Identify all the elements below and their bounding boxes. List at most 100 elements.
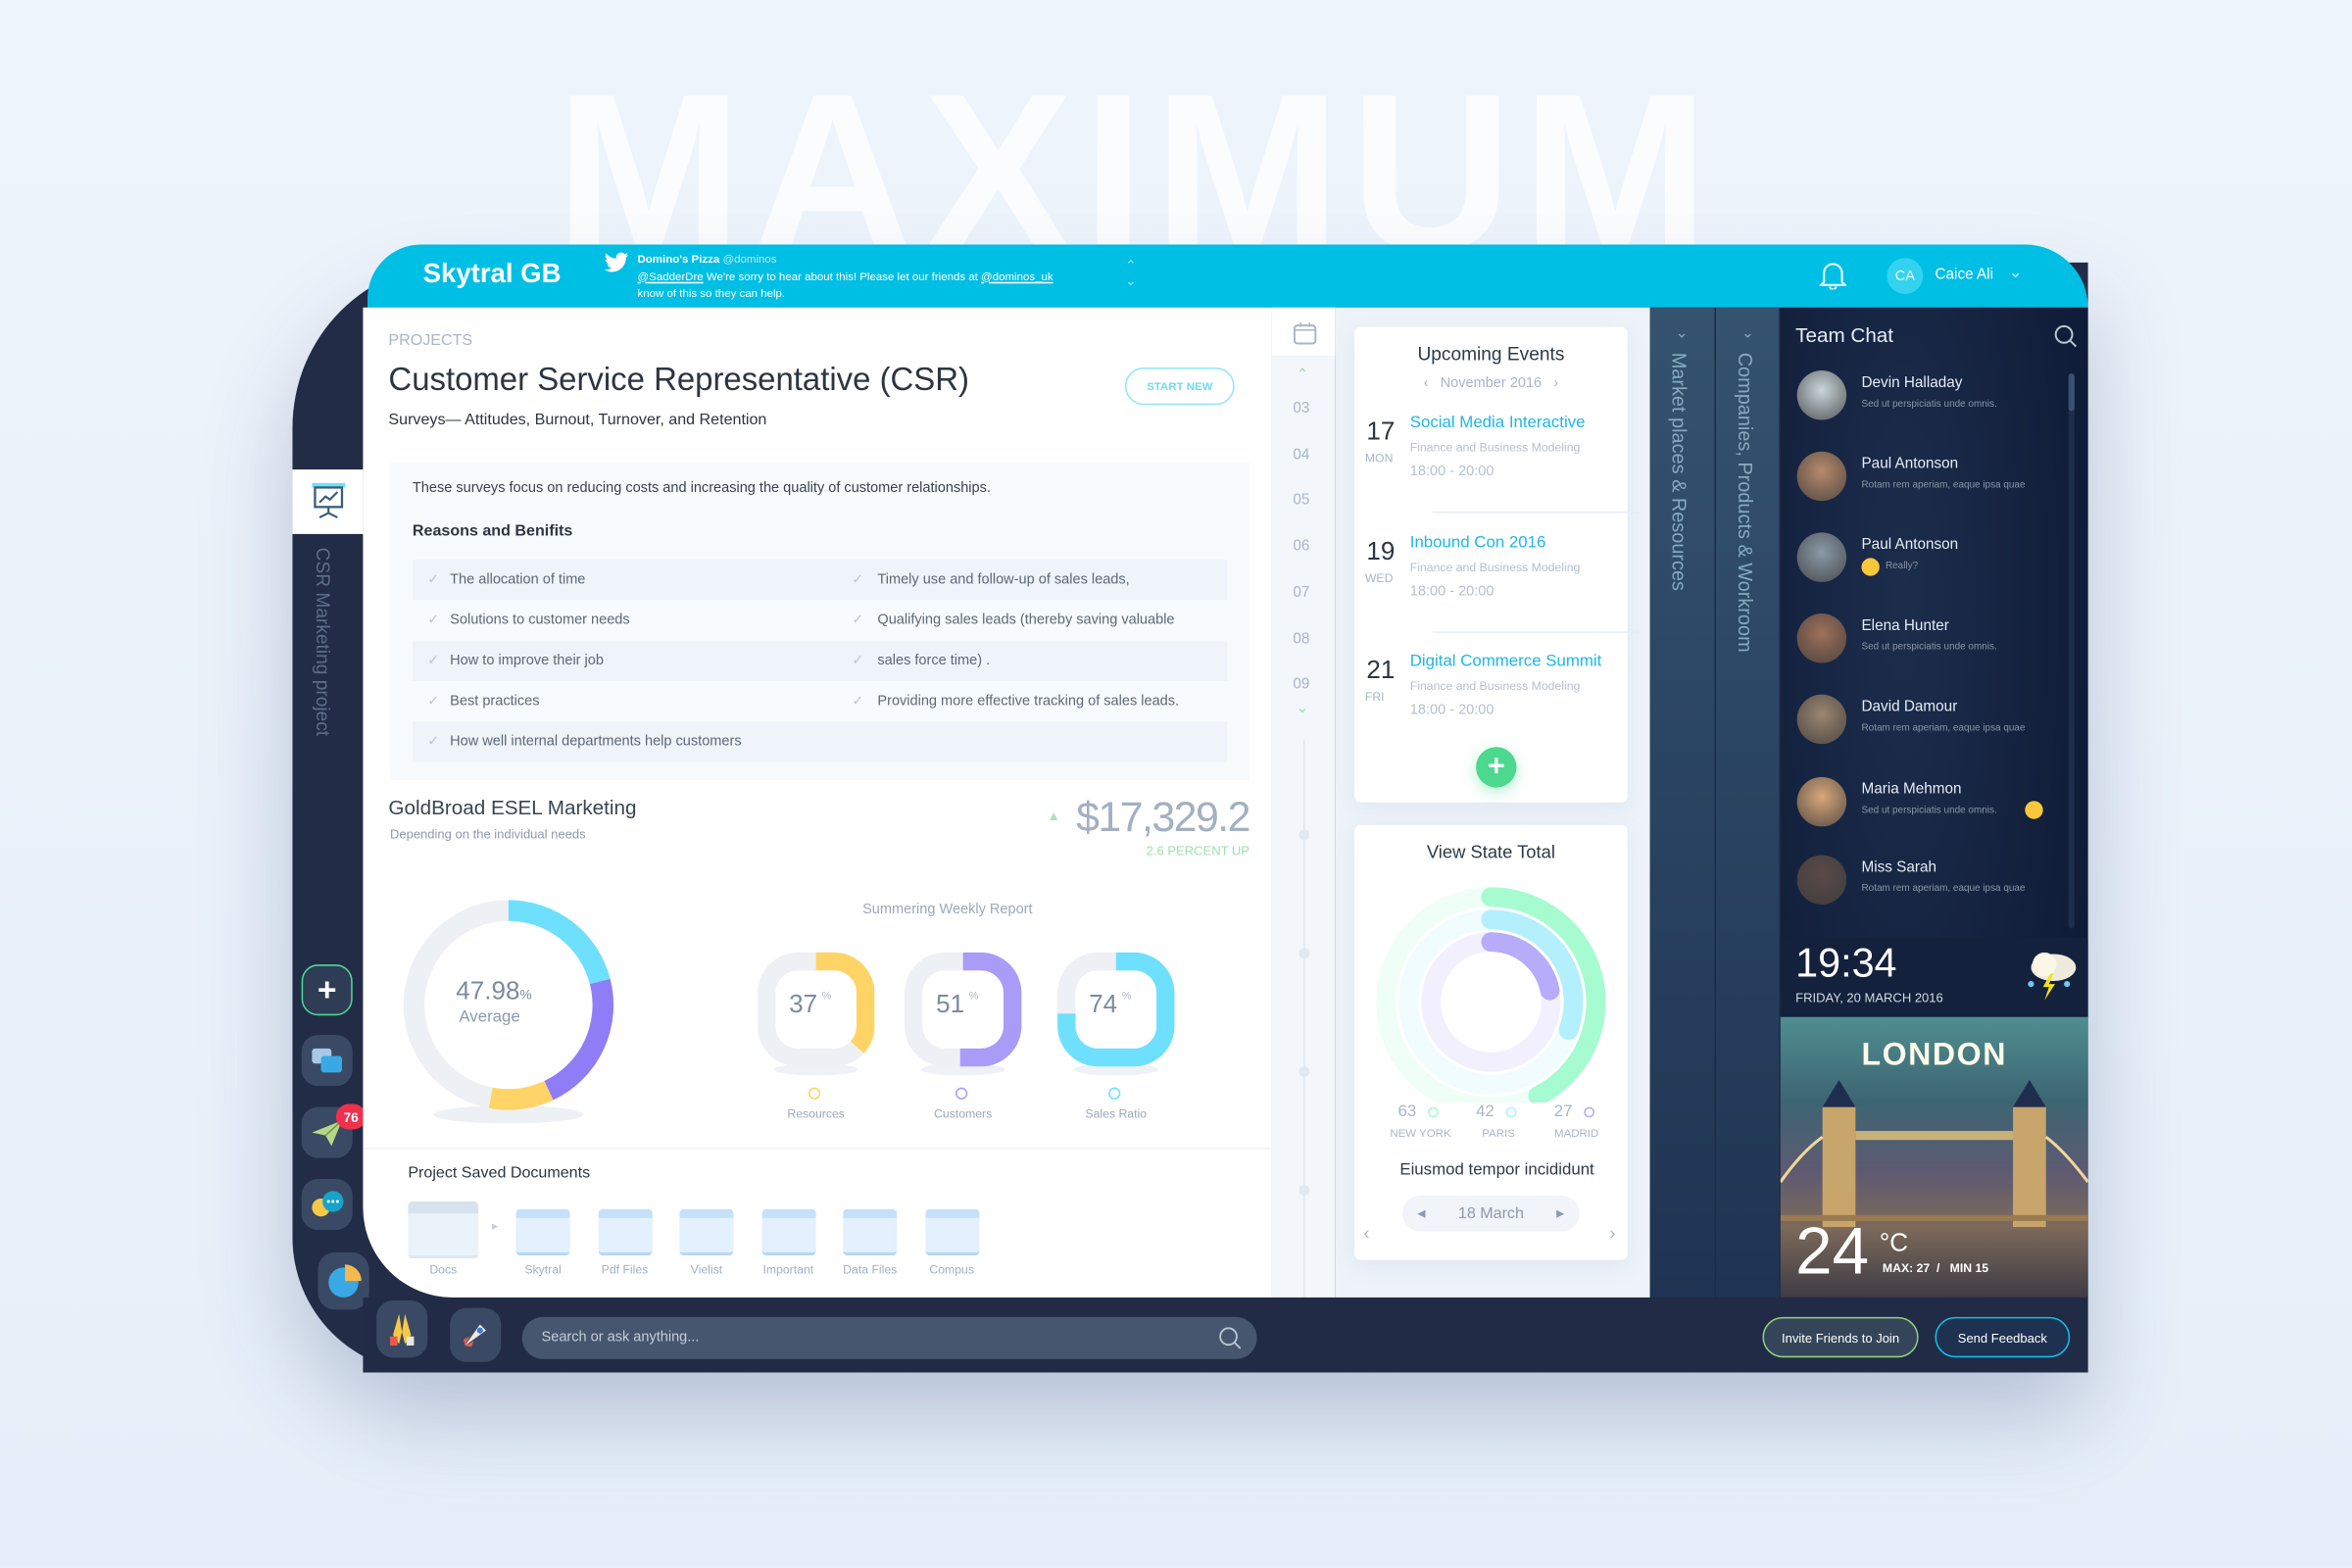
folder-icon[interactable] <box>843 1208 898 1256</box>
folder-label[interactable]: Data Files <box>828 1263 912 1277</box>
folder-icon[interactable] <box>597 1208 653 1256</box>
gauge-unit: % <box>1121 991 1132 1003</box>
chat-item[interactable]: David Damour Rotam rem aperiam, eaque ips… <box>1781 694 2066 755</box>
hour-timeline: ⌃ 03 04 05 06 07 08 09 ⌄ <box>1271 307 1336 1298</box>
event-title[interactable]: Inbound Con 2016 <box>1410 533 1546 551</box>
tweet-mention[interactable]: @SadderDre <box>638 270 704 283</box>
chat-item[interactable]: Paul Antonson Rotam rem aperiam, eaque ip… <box>1781 451 2066 512</box>
pie-chart-icon <box>328 1264 362 1298</box>
add-event-button[interactable]: + <box>1476 747 1517 788</box>
folder-icon[interactable] <box>924 1208 979 1256</box>
event-title[interactable]: Social Media Interactive <box>1410 414 1586 431</box>
chat-name: David Damour <box>1861 699 1958 716</box>
folder-label[interactable]: Vielist <box>664 1263 749 1277</box>
page-title: Customer Service Representative (CSR) <box>388 361 969 398</box>
prev-date-icon[interactable]: ◀ <box>1417 1207 1425 1220</box>
event-time: 18:00 - 20:00 <box>1409 702 1494 719</box>
start-new-button[interactable]: START NEW <box>1124 367 1235 406</box>
folder-icon[interactable] <box>679 1208 734 1256</box>
user-name[interactable]: Caice Ali <box>1935 267 1993 283</box>
send-feedback-button[interactable]: Send Feedback <box>1935 1316 2071 1358</box>
prev-arrow-icon[interactable]: ‹ <box>1363 1222 1369 1243</box>
donut-segment <box>508 900 611 985</box>
user-avatar[interactable]: CA <box>1886 258 1924 294</box>
folder-label[interactable]: Docs <box>393 1263 494 1277</box>
chat-scrollbar[interactable] <box>2068 373 2075 929</box>
chat-item[interactable]: Miss Sarah Rotam rem aperiam, eaque ipsa … <box>1781 855 2066 914</box>
event-subtitle: Finance and Business Modeling <box>1409 560 1581 574</box>
tweet-text-2: know of this so they can help. <box>637 286 786 301</box>
sidebar-tab-presentation[interactable] <box>292 469 364 534</box>
search-icon[interactable] <box>2053 324 2078 348</box>
rocket-button[interactable] <box>450 1307 502 1362</box>
folder-icon[interactable] <box>515 1208 570 1256</box>
search-icon[interactable] <box>1218 1326 1242 1349</box>
tweet-scroll[interactable]: ⌃ ⌄ <box>1125 258 1137 288</box>
donut-segment <box>488 1080 554 1110</box>
month-nav: ‹ November 2016 › <box>1354 375 1628 392</box>
folder-label[interactable]: Skytral <box>501 1263 585 1277</box>
chevron-down-icon[interactable]: ⌄ <box>1125 273 1137 288</box>
city-name: NEW YORK <box>1390 1126 1451 1141</box>
chevron-up-icon[interactable]: ⌃ <box>1125 258 1137 272</box>
stage: MAXIMUM Skytral GB Domino's Pizza @domin… <box>0 0 2352 1568</box>
calendar-tab[interactable] <box>1271 307 1336 356</box>
next-date-icon[interactable]: ▶ <box>1556 1207 1564 1220</box>
scroll-down-icon[interactable]: ⌄ <box>1296 701 1308 717</box>
reason-item: How to improve their job <box>450 652 604 669</box>
chat-item[interactable]: Paul Antonson Really? <box>1781 532 2066 592</box>
event-divider <box>1432 630 1640 633</box>
messages-button[interactable] <box>301 1035 353 1087</box>
gauge-label: Resources <box>787 1106 845 1121</box>
thunderstorm-icon <box>2028 952 2077 1001</box>
chat-name: Devin Halladay <box>1861 374 1963 392</box>
city-value: 42 <box>1476 1102 1494 1121</box>
chat-name: Elena Hunter <box>1861 617 1949 635</box>
reasons-title: Reasons and Benifits <box>412 521 573 541</box>
folder-label[interactable]: Pdf Files <box>583 1263 667 1277</box>
avatar <box>1796 694 1847 745</box>
next-month-icon[interactable]: › <box>1553 375 1558 392</box>
event-time: 18:00 - 20:00 <box>1409 582 1494 600</box>
tweet[interactable]: Domino's Pizza @dominos @SadderDre We're… <box>638 251 1133 303</box>
scrollbar-thumb[interactable] <box>2068 373 2075 412</box>
add-button[interactable]: + <box>301 964 353 1016</box>
folder-label[interactable]: Important <box>746 1263 830 1277</box>
reports-button[interactable] <box>318 1252 369 1310</box>
avatar <box>1796 532 1847 582</box>
events-column: Upcoming Events ‹ November 2016 › 17 MON S… <box>1335 307 1650 1298</box>
gauge-value: 37 <box>789 990 818 1019</box>
weather-unit: °C <box>1879 1228 1909 1257</box>
twitter-chat-icon <box>312 1048 342 1073</box>
chat-item[interactable]: Devin Halladay Sed ut perspiciatis unde o… <box>1781 370 2066 430</box>
brand-logo[interactable]: Skytral GB <box>423 258 562 289</box>
sidebar-project-label[interactable]: CSR Marketing project <box>312 548 332 736</box>
donut-segment <box>544 978 614 1101</box>
tweet-mention-2[interactable]: @dominos_uk <box>981 270 1054 283</box>
hands-button[interactable] <box>376 1300 428 1358</box>
folder-label[interactable]: Compus <box>909 1263 994 1277</box>
folder-icon[interactable] <box>760 1208 815 1256</box>
tab-market-places[interactable]: ⌄ Market places & Resources <box>1649 307 1715 1298</box>
documents-title: Project Saved Documents <box>408 1163 591 1183</box>
discussion-button[interactable] <box>301 1179 353 1231</box>
date-picker[interactable]: ◀ 18 March ▶ <box>1402 1195 1580 1232</box>
reason-item: Timely use and follow-up of sales leads, <box>877 571 1130 588</box>
tab-companies[interactable]: ⌄ Companies, Products & Workroom <box>1714 307 1780 1298</box>
chat-item[interactable]: Maria Mehmon Sed ut perspiciatis unde omn… <box>1781 776 2066 837</box>
gauge-unit: % <box>968 991 979 1003</box>
prev-month-icon[interactable]: ‹ <box>1424 375 1429 392</box>
folder-icon[interactable] <box>408 1201 479 1259</box>
invite-friends-button[interactable]: Invite Friends to Join <box>1762 1316 1919 1358</box>
user-menu-chevron-icon[interactable]: ⌄ <box>2008 263 2022 281</box>
next-arrow-icon[interactable]: › <box>1609 1222 1615 1243</box>
kiss-emoji-icon <box>2025 801 2043 819</box>
scroll-up-icon[interactable]: ⌃ <box>1296 368 1308 384</box>
bell-icon[interactable] <box>1819 260 1847 290</box>
legend-ring-icon <box>1108 1087 1121 1100</box>
chevron-down-icon: ⌄ <box>1675 325 1689 342</box>
event-title[interactable]: Digital Commerce Summit <box>1410 653 1602 670</box>
hour-label: 06 <box>1293 538 1310 556</box>
search-input[interactable]: Search or ask anything... <box>521 1316 1257 1359</box>
chat-item[interactable]: Elena Hunter Sed ut perspiciatis unde omn… <box>1781 613 2066 673</box>
